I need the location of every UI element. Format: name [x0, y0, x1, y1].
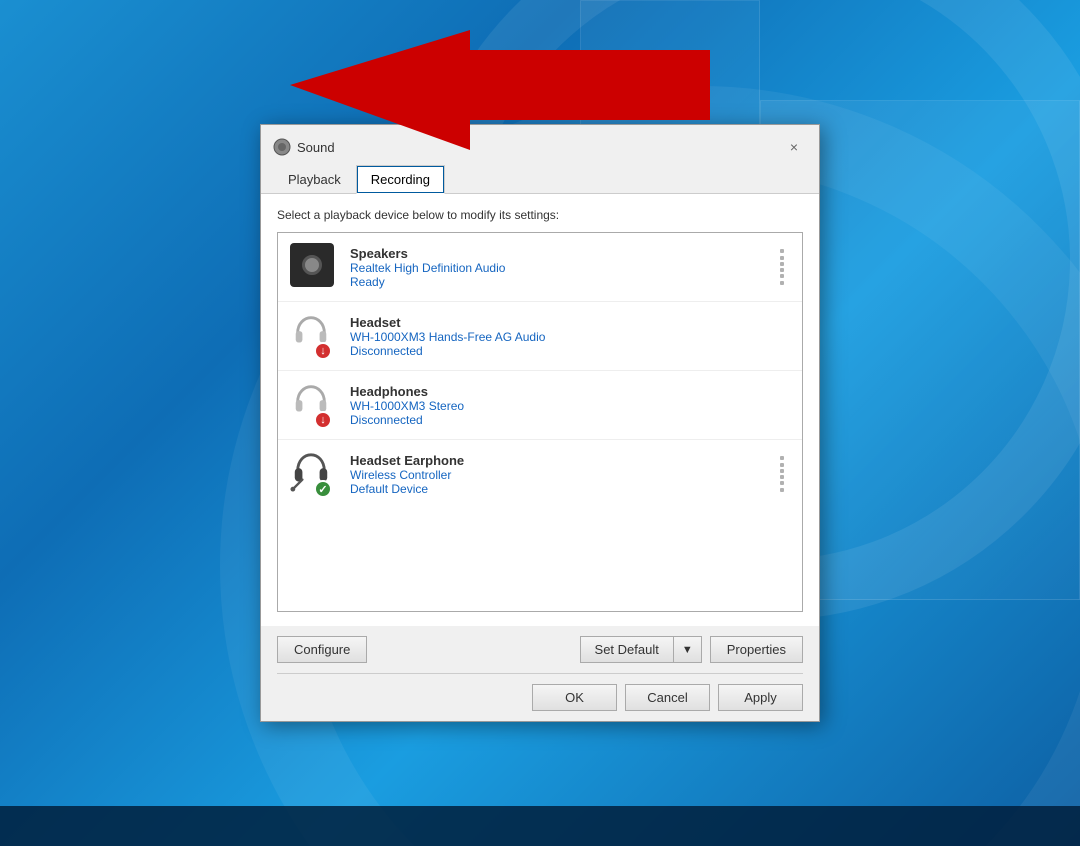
cancel-button[interactable]: Cancel [625, 684, 710, 711]
headphones-subname: WH-1000XM3 Stereo [350, 399, 790, 413]
title-bar-left: Sound [273, 138, 335, 156]
dialog-title: Sound [297, 140, 335, 155]
properties-button[interactable]: Properties [710, 636, 803, 663]
headphones-status: Disconnected [350, 413, 790, 427]
speakers-icon [290, 243, 334, 287]
bottom-row1: Configure Set Default ▼ Properties [277, 636, 803, 663]
speakers-info: Speakers Realtek High Definition Audio R… [350, 246, 774, 289]
tab-playback[interactable]: Playback [273, 165, 356, 194]
configure-button[interactable]: Configure [277, 636, 367, 663]
headset-subname: WH-1000XM3 Hands-Free AG Audio [350, 330, 790, 344]
dialog-overlay: Sound × Playback Recording Select a play… [0, 0, 1080, 846]
apply-button[interactable]: Apply [718, 684, 803, 711]
tab-bar: Playback Recording [261, 165, 819, 194]
headset-earphone-subname: Wireless Controller [350, 468, 774, 482]
sound-dialog: Sound × Playback Recording Select a play… [260, 124, 820, 722]
device-item-headphones[interactable]: ↓ Headphones WH-1000XM3 Stereo Disconnec… [278, 371, 802, 440]
set-default-button[interactable]: Set Default [580, 636, 673, 663]
speakers-menu-icon [774, 247, 790, 287]
device-item-headset-earphone[interactable]: ✓ Headset Earphone Wireless Controller D… [278, 440, 802, 508]
set-default-dropdown[interactable]: ▼ [673, 636, 702, 663]
headphones-icon-wrapper: ↓ [290, 381, 338, 429]
device-item-speakers[interactable]: Speakers Realtek High Definition Audio R… [278, 233, 802, 302]
dialog-content: Select a playback device below to modify… [261, 194, 819, 626]
headset-earphone-status-badge: ✓ [314, 480, 332, 498]
headset-earphone-name: Headset Earphone [350, 453, 774, 468]
close-button[interactable]: × [781, 136, 807, 158]
headphones-status-badge: ↓ [314, 411, 332, 429]
headset-earphone-info: Headset Earphone Wireless Controller Def… [350, 453, 774, 496]
headset-earphone-menu-icon [774, 454, 790, 494]
speaker-cone [302, 255, 322, 275]
speakers-status: Ready [350, 275, 774, 289]
headset-name: Headset [350, 315, 790, 330]
bottom-row2: OK Cancel Apply [277, 673, 803, 711]
device-list: Speakers Realtek High Definition Audio R… [277, 232, 803, 612]
instruction-text: Select a playback device below to modify… [277, 208, 803, 222]
headset-status: Disconnected [350, 344, 790, 358]
bottom-buttons: Configure Set Default ▼ Properties OK Ca… [261, 626, 819, 721]
headset-status-badge: ↓ [314, 342, 332, 360]
headset-icon-wrapper: ↓ [290, 312, 338, 360]
speakers-subname: Realtek High Definition Audio [350, 261, 774, 275]
headset-earphone-status: Default Device [350, 482, 774, 496]
set-default-group: Set Default ▼ Properties [580, 636, 803, 663]
speakers-icon-wrapper [290, 243, 338, 291]
headphones-name: Headphones [350, 384, 790, 399]
headset-earphone-icon-wrapper: ✓ [290, 450, 338, 498]
headset-info: Headset WH-1000XM3 Hands-Free AG Audio D… [350, 315, 790, 358]
ok-button[interactable]: OK [532, 684, 617, 711]
sound-icon [273, 138, 291, 156]
headphones-info: Headphones WH-1000XM3 Stereo Disconnecte… [350, 384, 790, 427]
tab-recording[interactable]: Recording [356, 165, 445, 194]
speakers-name: Speakers [350, 246, 774, 261]
title-bar: Sound × [261, 125, 819, 161]
device-item-headset[interactable]: ↓ Headset WH-1000XM3 Hands-Free AG Audio… [278, 302, 802, 371]
taskbar [0, 806, 1080, 846]
